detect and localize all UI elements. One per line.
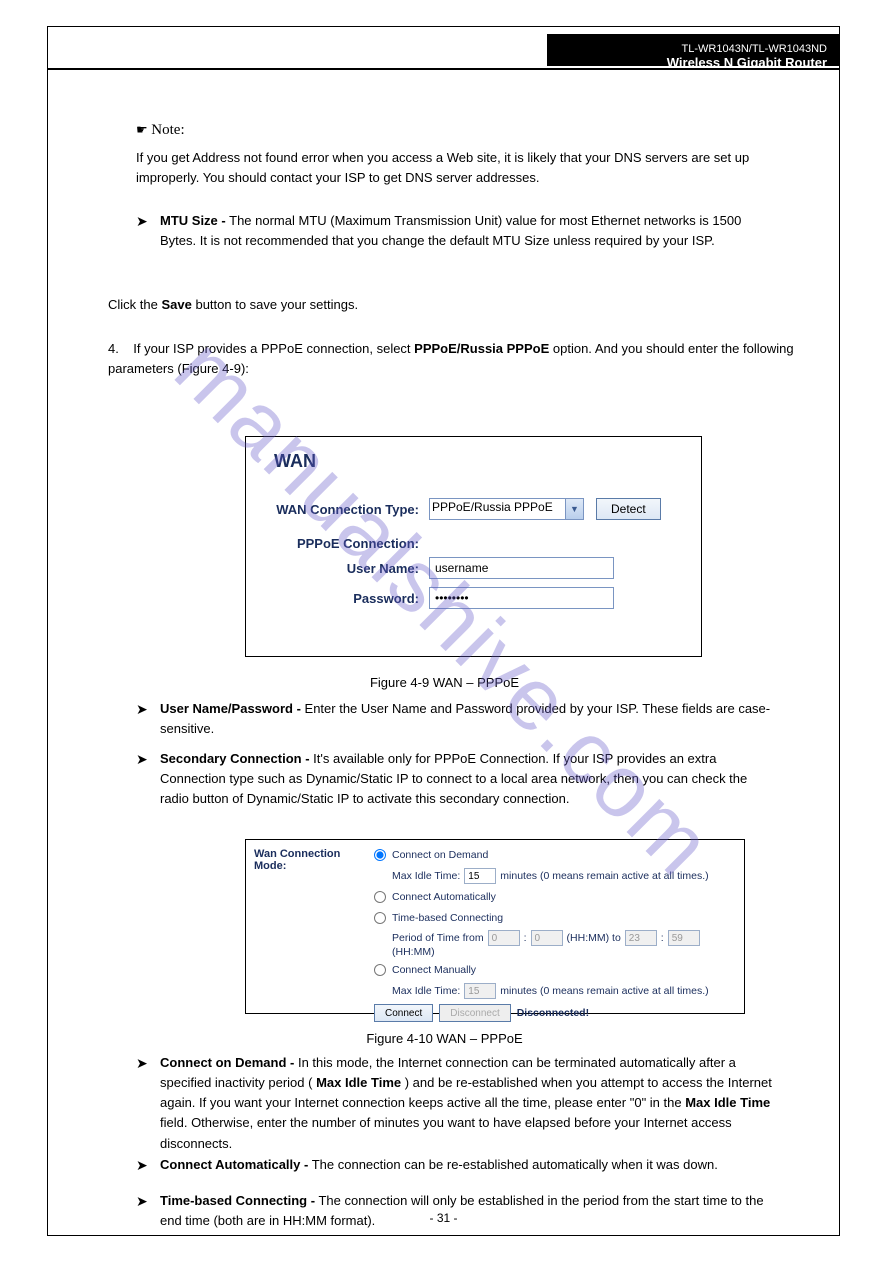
secondary-conn-bullet: ➤ Secondary Connection - It's available … xyxy=(136,749,776,815)
connect-on-demand-radio[interactable] xyxy=(374,849,386,861)
max-idle-input-2[interactable] xyxy=(464,983,496,999)
userpass-bullet: ➤ User Name/Password - Enter the User Na… xyxy=(136,699,776,745)
disconnect-button[interactable]: Disconnect xyxy=(439,1004,510,1022)
connection-status: Disconnected! xyxy=(517,1007,589,1019)
hhmm-to: (HH:MM) to xyxy=(567,932,621,944)
wan-mode-label: Wan Connection Mode: xyxy=(254,846,374,1025)
period-from-mm[interactable] xyxy=(531,930,563,946)
ca-label: Connect Automatically - xyxy=(160,1157,308,1172)
period-prefix: Period of Time from xyxy=(392,932,484,944)
header-bar: TL-WR1043N/TL-WR1043ND Wireless N Gigabi… xyxy=(48,34,839,66)
connect-button[interactable]: Connect xyxy=(374,1004,433,1022)
period-to-hh[interactable] xyxy=(625,930,657,946)
wan-panel-title: WAN xyxy=(274,451,683,472)
cod-bullet: ➤ Connect on Demand - In this mode, the … xyxy=(136,1053,776,1160)
header-rule xyxy=(48,68,839,70)
period-from-hh[interactable] xyxy=(488,930,520,946)
model-number: TL-WR1043N/TL-WR1043ND xyxy=(559,43,827,55)
bullet-icon: ➤ xyxy=(136,211,160,251)
password-input[interactable] xyxy=(429,587,614,609)
secondary-conn-label: Secondary Connection - xyxy=(160,751,310,766)
mtu-bullet: ➤ MTU Size - The normal MTU (Maximum Tra… xyxy=(136,211,776,257)
password-label: Password: xyxy=(264,591,429,606)
connect-manually-radio[interactable] xyxy=(374,964,386,976)
bullet-icon: ➤ xyxy=(136,1155,160,1177)
mtu-text: The normal MTU (Maximum Transmission Uni… xyxy=(160,213,741,248)
detect-button[interactable]: Detect xyxy=(596,498,661,520)
chevron-down-icon: ▼ xyxy=(565,499,583,519)
tb-label: Time-based Connecting - xyxy=(160,1193,315,1208)
bullet-icon: ➤ xyxy=(136,749,160,809)
max-idle-input-1[interactable] xyxy=(464,868,496,884)
username-label: User Name: xyxy=(264,561,429,576)
opt1-label: Connect on Demand xyxy=(392,849,488,861)
conn-type-select[interactable]: PPPoE/Russia PPPoE ▼ xyxy=(429,498,584,520)
conn-type-label: WAN Connection Type: xyxy=(264,502,429,517)
minutes-hint-1: minutes (0 means remain active at all ti… xyxy=(500,870,708,882)
wan-mode-panel: Wan Connection Mode: Connect on Demand M… xyxy=(245,839,745,1014)
max-idle-label-1: Max Idle Time: xyxy=(392,870,460,882)
max-idle-label-2: Max Idle Time: xyxy=(392,985,460,997)
bullet-icon: ➤ xyxy=(136,699,160,739)
save-prompt: Click the Save button to save your setti… xyxy=(108,295,788,315)
wan-settings-panel: WAN WAN Connection Type: PPPoE/Russia PP… xyxy=(245,436,702,657)
ca-bullet: ➤ Connect Automatically - The connection… xyxy=(136,1155,776,1183)
pppoe-section-label: PPPoE Connection: xyxy=(264,536,429,551)
header-black-box: TL-WR1043N/TL-WR1043ND Wireless N Gigabi… xyxy=(547,34,839,66)
opt4-label: Connect Manually xyxy=(392,964,476,976)
userpass-label: User Name/Password - xyxy=(160,701,301,716)
opt2-label: Connect Automatically xyxy=(392,891,496,903)
pppoe-choice: 4. If your ISP provides a PPPoE connecti… xyxy=(108,339,798,379)
figure-410-caption: Figure 4-10 WAN – PPPoE xyxy=(48,1029,841,1049)
note-block-1: ☛ Note: If you get Address not found err… xyxy=(136,119,776,189)
bullet-icon: ➤ xyxy=(136,1053,160,1154)
hhmm-suffix: (HH:MM) xyxy=(392,946,435,958)
figure-49-caption: Figure 4-9 WAN – PPPoE xyxy=(48,673,841,693)
time-based-radio[interactable] xyxy=(374,912,386,924)
page-number: - 31 - xyxy=(48,1211,839,1225)
save-btn-ref: Save xyxy=(161,297,191,312)
connect-auto-radio[interactable] xyxy=(374,891,386,903)
minutes-hint-2: minutes (0 means remain active at all ti… xyxy=(500,985,708,997)
opt3-label: Time-based Connecting xyxy=(392,912,503,924)
note-text: If you get Address not found error when … xyxy=(136,148,776,188)
page-frame: TL-WR1043N/TL-WR1043ND Wireless N Gigabi… xyxy=(47,26,840,1236)
note-label: Note: xyxy=(151,122,184,138)
cod-label: Connect on Demand - xyxy=(160,1055,294,1070)
pppoe-option-ref: PPPoE/Russia PPPoE xyxy=(414,341,549,356)
period-to-mm[interactable] xyxy=(668,930,700,946)
mtu-label: MTU Size - xyxy=(160,213,226,228)
username-input[interactable] xyxy=(429,557,614,579)
ca-text: The connection can be re-established aut… xyxy=(312,1157,718,1172)
